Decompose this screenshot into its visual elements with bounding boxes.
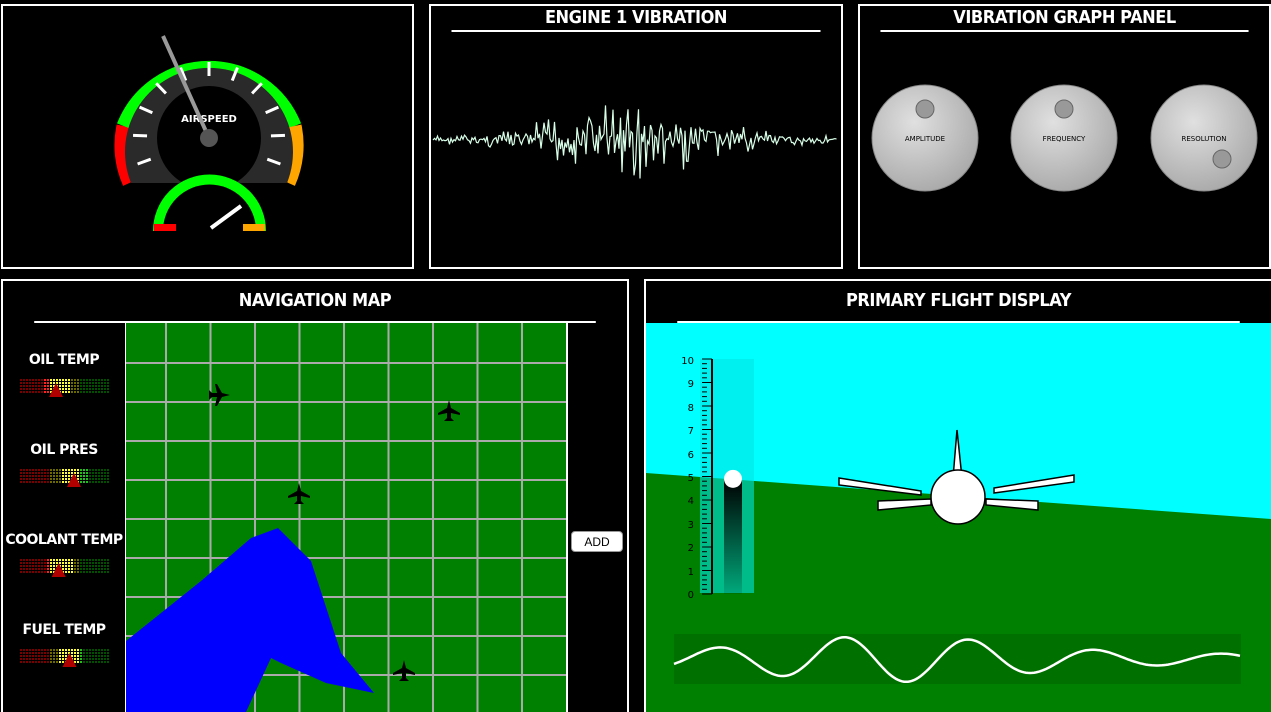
scale-label: 6 <box>688 450 694 461</box>
scale-label: 9 <box>688 379 694 390</box>
vibration-graph-title: VIBRATION GRAPH PANEL <box>880 6 1249 32</box>
resolution-knob[interactable]: RESOLUTION <box>1150 84 1258 192</box>
knob-row: AMPLITUDE FREQUENCY RESOLUTION <box>871 84 1258 192</box>
frequency-knob[interactable]: FREQUENCY <box>1010 84 1118 192</box>
vibration-title: ENGINE 1 VIBRATION <box>451 6 821 32</box>
scale-label: 1 <box>688 567 694 578</box>
oil-temp-label: OIL TEMP <box>28 352 100 368</box>
map-right-strip <box>566 323 568 712</box>
navigation-map[interactable] <box>126 323 566 712</box>
oil-pres-label: OIL PRES <box>30 442 98 458</box>
airspeed-panel: AIRSPEED <box>1 4 414 269</box>
vibration-panel: ENGINE 1 VIBRATION <box>429 4 843 269</box>
amplitude-label: AMPLITUDE <box>905 135 945 143</box>
pfd-title: PRIMARY FLIGHT DISPLAY <box>677 281 1240 323</box>
resolution-label: RESOLUTION <box>1181 135 1226 143</box>
oil-temp-gauge <box>20 379 109 397</box>
add-button[interactable]: ADD <box>571 531 623 552</box>
fuel-temp-gauge <box>20 649 109 667</box>
engine-gauges-column: OIL TEMP OIL PRES COOLANT TEMP FUEL TEMP <box>3 323 127 712</box>
amplitude-knob[interactable]: AMPLITUDE <box>871 84 979 192</box>
airspeed-label: AIRSPEED <box>181 114 237 125</box>
scale-label: 7 <box>688 426 694 437</box>
vibration-graph-panel: VIBRATION GRAPH PANEL AMPLITUDE FREQUENC… <box>858 4 1271 269</box>
fuel-temp-label: FUEL TEMP <box>22 622 106 638</box>
pfd-display: 10 9 8 7 6 5 4 3 2 1 0 <box>646 323 1271 712</box>
altitude-marker[interactable] <box>724 469 742 488</box>
frequency-label: FREQUENCY <box>1043 135 1086 143</box>
scale-label: 3 <box>688 520 694 531</box>
scale-label: 10 <box>681 356 694 367</box>
coolant-temp-label: COOLANT TEMP <box>5 532 123 548</box>
scale-label: 0 <box>688 590 694 601</box>
scale-label: 5 <box>688 473 694 484</box>
airspeed-gauge: AIRSPEED <box>114 35 304 232</box>
altitude-fill <box>724 478 742 594</box>
scale-label: 8 <box>688 403 694 414</box>
oil-pres-gauge <box>20 469 109 487</box>
navigation-title: NAVIGATION MAP <box>34 281 596 323</box>
scale-label: 2 <box>688 543 694 554</box>
airspeed-hub <box>200 129 218 147</box>
vibration-waveform <box>432 105 837 179</box>
coolant-temp-gauge <box>20 559 109 577</box>
scale-label: 4 <box>688 496 694 507</box>
